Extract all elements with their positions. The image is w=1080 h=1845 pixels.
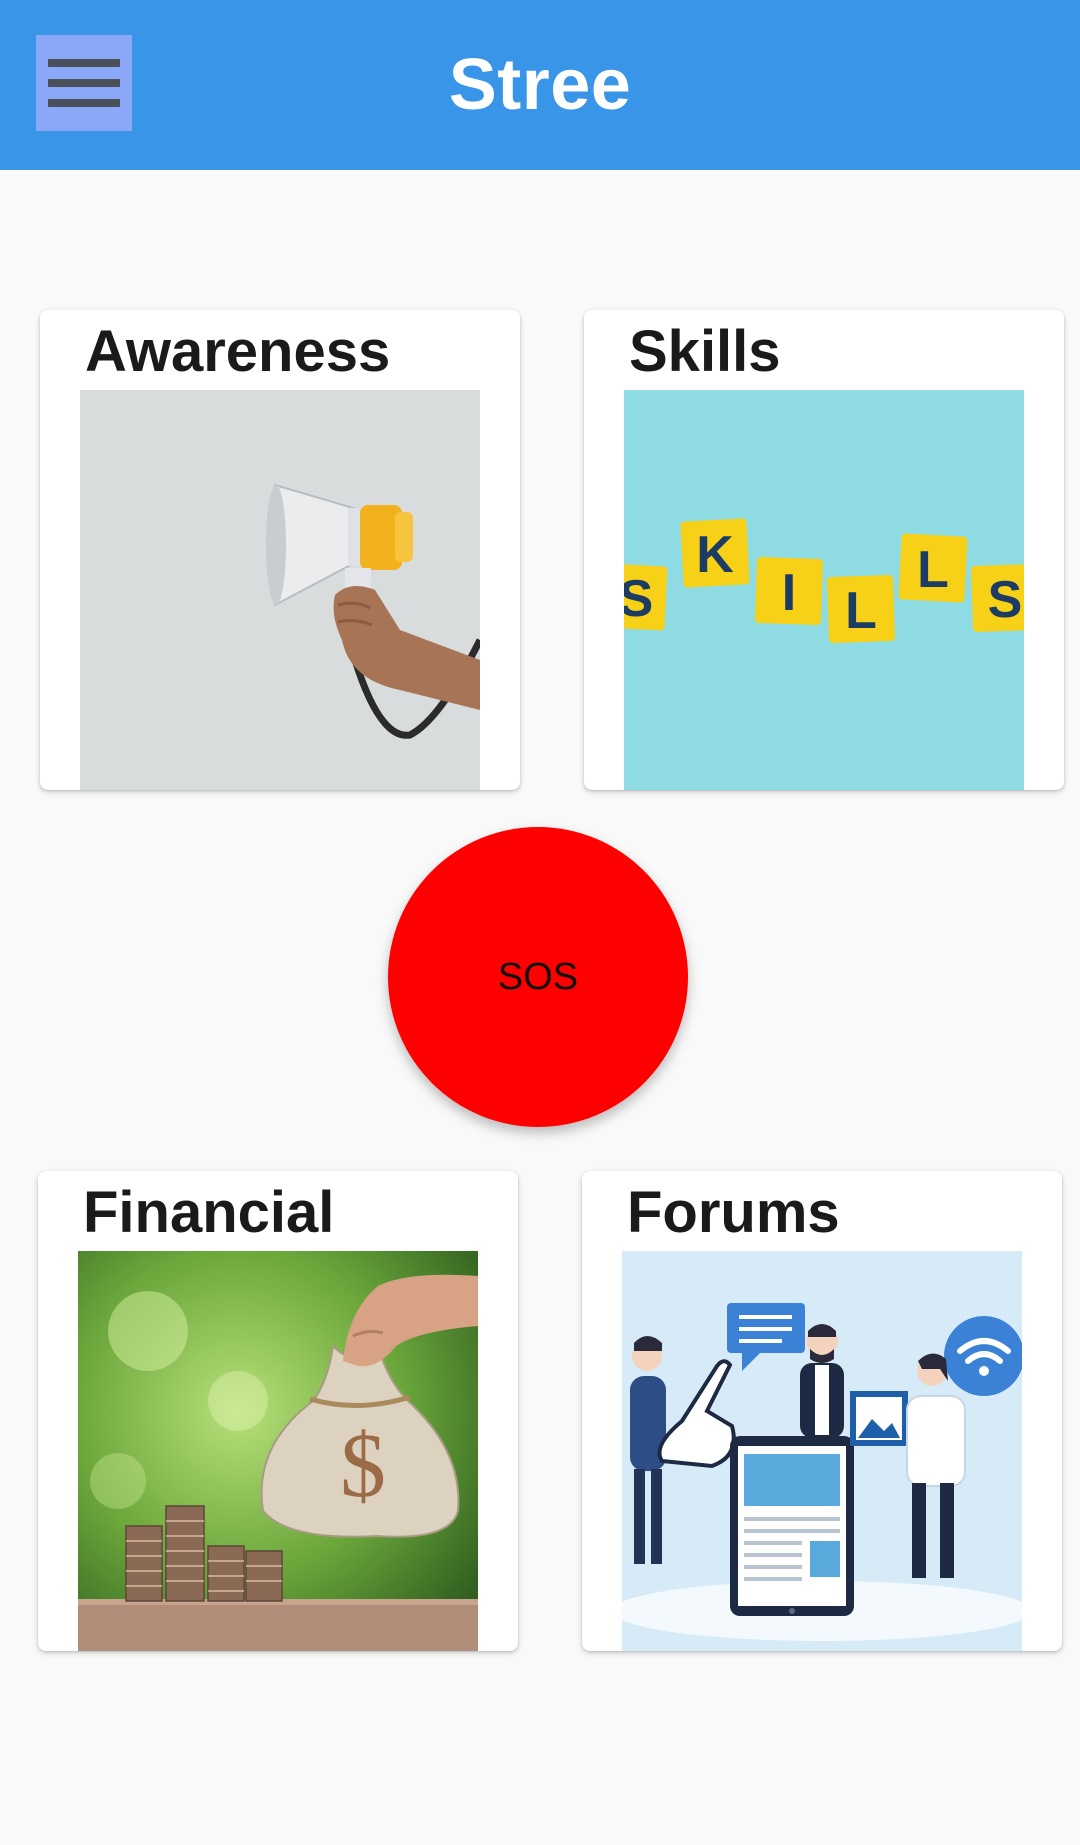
- skills-tile-1: S: [624, 570, 653, 628]
- skills-tile-2: K: [696, 526, 734, 584]
- skills-image: S K I L L S: [624, 390, 1024, 790]
- sos-button[interactable]: SOS: [388, 827, 688, 1127]
- app-title: Stree: [448, 45, 632, 125]
- money-bag-dollar-sign: $: [340, 1414, 386, 1516]
- skills-tile-6: S: [988, 571, 1023, 629]
- skills-card[interactable]: Skills S K I L L S: [584, 310, 1064, 790]
- financial-card-title: Financial: [83, 1180, 335, 1245]
- awareness-image: [80, 390, 480, 790]
- financial-image: $: [78, 1251, 478, 1651]
- forums-card-title: Forums: [627, 1180, 840, 1245]
- skills-tile-4: L: [845, 582, 877, 640]
- awareness-card[interactable]: Awareness: [40, 310, 520, 790]
- forums-card[interactable]: Forums: [582, 1171, 1062, 1651]
- app-bar: Stree: [0, 0, 1080, 170]
- skills-card-title: Skills: [629, 319, 781, 384]
- skills-tile-5: L: [917, 541, 949, 599]
- financial-card[interactable]: Financial $: [38, 1171, 518, 1651]
- awareness-card-title: Awareness: [85, 319, 391, 384]
- skills-tile-3: I: [782, 564, 796, 622]
- sos-label: SOS: [497, 955, 579, 998]
- forums-image: [622, 1251, 1022, 1651]
